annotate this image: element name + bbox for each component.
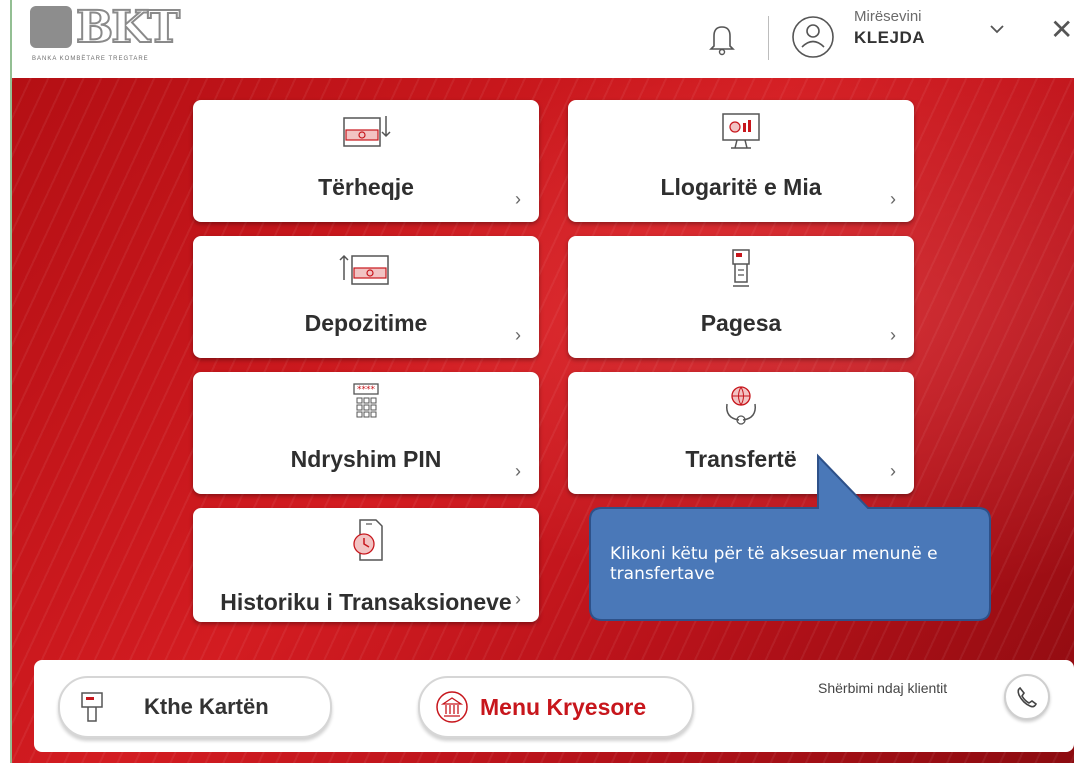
username-text: KLEJDA: [854, 28, 926, 47]
chevron-right-icon: ›: [515, 325, 521, 345]
main-menu-label: Menu Kryesore: [480, 693, 647, 720]
cash-withdraw-icon: [343, 116, 391, 147]
tile-transaction-history-label: Historiku i Transaksioneve: [220, 589, 512, 615]
tile-my-accounts-label: Llogaritë e Mia: [660, 174, 822, 200]
bank-logo: BKT BANKA KOMBËTARE TREGTARE: [30, 1, 181, 66]
payment-terminal-icon: [732, 249, 750, 287]
user-avatar-icon[interactable]: [790, 14, 836, 60]
monitor-chart-icon: [722, 113, 760, 149]
callout-text: Klikoni këtu për të aksesuar menunë e tr…: [610, 544, 938, 584]
tile-my-accounts[interactable]: Llogaritë e Mia ›: [568, 100, 914, 222]
customer-service-button[interactable]: [1004, 674, 1050, 720]
chevron-down-icon[interactable]: [988, 20, 1006, 38]
globe-transfer-icon: [726, 386, 756, 425]
return-card-label: Kthe Kartën: [144, 694, 269, 719]
bottom-action-bar: Kthe Kartën Menu Kryesore Shërbimi ndaj …: [34, 660, 1074, 752]
phone-icon: [1017, 686, 1038, 708]
customer-service-label: Shërbimi ndaj klientit: [818, 680, 948, 696]
chevron-right-icon: ›: [890, 189, 896, 209]
document-history-icon: [353, 519, 383, 561]
chevron-right-icon: ›: [515, 589, 521, 609]
tile-transaction-history[interactable]: Historiku i Transaksioneve ›: [193, 508, 539, 622]
cash-deposit-icon: [339, 254, 389, 285]
tile-payments-label: Pagesa: [700, 310, 782, 336]
tile-change-pin[interactable]: **** Ndryshim PIN ›: [193, 372, 539, 494]
tile-payments[interactable]: Pagesa ›: [568, 236, 914, 358]
notification-bell-icon[interactable]: [702, 18, 742, 58]
chevron-right-icon: ›: [890, 325, 896, 345]
bank-logo-mark: [30, 6, 72, 48]
pin-keypad-icon: ****: [353, 383, 379, 418]
chevron-right-icon: ›: [515, 189, 521, 209]
tile-withdrawal[interactable]: Tërheqje ›: [193, 100, 539, 222]
tile-deposits-label: Depozitime: [304, 310, 428, 336]
header-bar: BKT BANKA KOMBËTARE TREGTARE Mirësevini …: [0, 0, 1088, 78]
tile-withdrawal-label: Tërheqje: [318, 174, 414, 200]
main-menu-button[interactable]: Menu Kryesore: [418, 676, 694, 738]
close-button[interactable]: ✕: [1050, 16, 1073, 44]
callout-bubble-shape: [589, 453, 991, 621]
chevron-right-icon: ›: [515, 461, 521, 481]
welcome-text: Mirësevini: [854, 8, 922, 25]
bank-logo-text: BKT: [75, 1, 181, 54]
bank-building-icon: [436, 691, 468, 723]
svg-text:****: ****: [357, 385, 376, 395]
tile-deposits[interactable]: Depozitime ›: [193, 236, 539, 358]
return-card-button[interactable]: Kthe Kartën: [58, 676, 332, 738]
card-eject-icon: [81, 692, 103, 722]
header-divider: [768, 16, 769, 60]
tutorial-callout: Klikoni këtu për të aksesuar menunë e tr…: [578, 450, 998, 630]
tile-change-pin-label: Ndryshim PIN: [290, 446, 442, 472]
bank-logo-subtitle: BANKA KOMBËTARE TREGTARE: [32, 56, 149, 62]
